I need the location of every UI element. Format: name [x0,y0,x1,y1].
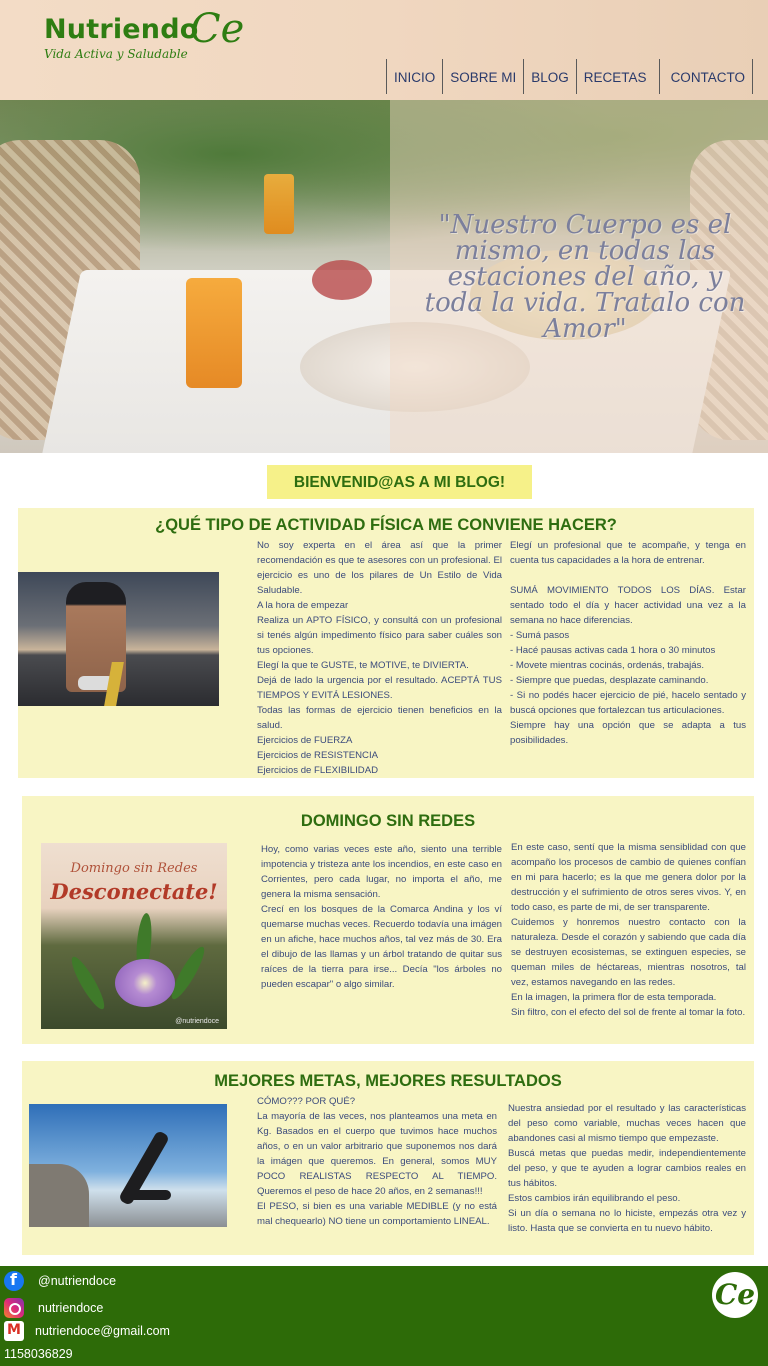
post-paragraph: Ejercicios de FUERZA [257,735,353,746]
post-title[interactable]: ¿QUÉ TIPO DE ACTIVIDAD FÍSICA ME CONVIEN… [18,516,754,535]
image-subtitle: Desconectate! [50,879,218,904]
nav-blog[interactable]: BLOG [523,59,576,94]
post-paragraph: CÓMO??? POR QUÉ? [257,1096,356,1107]
nav-contacto[interactable]: CONTACTO [658,59,754,94]
facebook-handle[interactable]: @nutriendoce [38,1274,116,1288]
post-paragraph: Estos cambios irán equilibrando el peso. [508,1193,681,1204]
post-paragraph: - Siempre que puedas, desplazate caminan… [510,675,709,686]
yoga-person [121,1190,171,1200]
post-paragraph: Ejercicios de RESISTENCIA [257,750,379,761]
footer-email[interactable]: nutriendoce@gmail.com [4,1321,170,1341]
hero-juice-glass [186,278,242,388]
post-paragraph: - Movete mientras cocinás, ordenás, trab… [510,660,705,671]
post-paragraph: Dejá de lado la urgencia por el resultad… [257,675,502,701]
gmail-icon[interactable] [4,1321,24,1341]
flower [115,959,175,1007]
post-paragraph: - Si no podés hacer ejercicio de pié, ha… [510,690,746,716]
post-paragraph: Buscá metas que puedas medir, independie… [508,1148,746,1189]
post-image-runner[interactable] [18,572,219,706]
site-footer: @nutriendoce nutriendoce nutriendoce@gma… [0,1266,768,1366]
welcome-banner: BIENVENID@AS A MI BLOG! [267,465,532,499]
main-nav: INICIO SOBRE MI BLOG RECETAS CONTACTO [386,59,754,94]
post-paragraph [510,568,746,583]
post-paragraph: - Hacé pausas activas cada 1 hora o 30 m… [510,645,716,656]
site-header: Nutriendo Ce Vida Activa y Saludable INI… [0,0,768,100]
phone-number: 1158036829 [4,1347,73,1361]
footer-facebook[interactable]: @nutriendoce [4,1270,116,1291]
post-column-right: Elegí un profesional que te acompañe, y … [510,538,746,748]
logo-ce: Ce [190,6,245,52]
post-column-left: CÓMO??? POR QUÉ? La mayoría de las veces… [257,1094,497,1229]
blog-post: MEJORES METAS, MEJORES RESULTADOS CÓMO??… [22,1061,754,1255]
post-column-right: Nuestra ansiedad por el resultado y las … [508,1101,746,1236]
post-image-yoga[interactable] [29,1104,227,1227]
post-paragraph: La mayoría de las veces, nos planteamos … [257,1111,497,1197]
email-address[interactable]: nutriendoce@gmail.com [35,1324,170,1338]
hero-quote: "Nuestro Cuerpo es el mismo, en todas la… [424,210,746,344]
leaf [66,953,110,1013]
post-paragraph: En este caso, sentí que la misma sensibl… [511,842,746,913]
post-paragraph: Todas las formas de ejercicio tienen ben… [257,705,502,731]
post-title[interactable]: DOMINGO SIN REDES [22,812,754,831]
blog-post: ¿QUÉ TIPO DE ACTIVIDAD FÍSICA ME CONVIEN… [18,508,754,778]
post-paragraph: Nuestra ansiedad por el resultado y las … [508,1103,746,1144]
logo-text: Nutriendo [44,14,199,45]
post-paragraph: Realiza un APTO FÍSICO, y consultá con u… [257,615,502,656]
post-title[interactable]: MEJORES METAS, MEJORES RESULTADOS [22,1072,754,1091]
post-paragraph: Hoy, como varias veces este año, siento … [261,844,502,900]
post-paragraph: Elegí un profesional que te acompañe, y … [510,540,746,566]
site-logo[interactable]: Nutriendo Ce Vida Activa y Saludable [44,6,244,61]
instagram-handle[interactable]: nutriendoce [38,1301,103,1315]
footer-phone: 1158036829 [4,1347,73,1361]
post-paragraph: Si un día o semana no lo hiciste, empezá… [508,1208,746,1234]
hero-food [312,260,372,300]
post-paragraph: El PESO, si bien es una variable MEDIBLE… [257,1201,497,1227]
image-title: Domingo sin Redes [70,861,198,876]
footer-logo-badge[interactable]: Ce [712,1272,758,1318]
post-paragraph: Elegí la que te GUSTE, te MOTIVE, te DIV… [257,660,469,671]
nav-sobre-mi[interactable]: SOBRE MI [442,59,523,94]
post-paragraph: Sin filtro, con el efecto del sol de fre… [511,1007,746,1018]
post-column-right: En este caso, sentí que la misma sensibl… [511,840,746,1020]
post-paragraph: - Sumá pasos [510,630,570,641]
hero-banner: "Nuestro Cuerpo es el mismo, en todas la… [0,100,768,453]
image-watermark: @nutriendoce [175,1018,219,1025]
post-column-left: No soy experta en el área así que la pri… [257,538,502,778]
post-paragraph: En la imagen, la primera flor de esta te… [511,992,717,1003]
post-paragraph: No soy experta en el área así que la pri… [257,540,502,596]
logo-tagline: Vida Activa y Saludable [44,47,188,61]
nav-inicio[interactable]: INICIO [386,59,442,94]
hero-juice-glass [264,174,294,234]
facebook-icon[interactable] [4,1270,24,1291]
leaf [166,943,210,1003]
nav-recetas[interactable]: RECETAS [575,59,659,94]
rock [29,1164,89,1227]
post-paragraph: Siempre hay una opción que se adapta a t… [510,720,746,746]
post-paragraph: Cuidemos y honremos nuestro contacto con… [511,917,746,988]
post-column-left: Hoy, como varias veces este año, siento … [261,842,502,992]
post-paragraph: Ejercicios de FLEXIBILIDAD [257,765,379,776]
footer-instagram[interactable]: nutriendoce [4,1298,103,1318]
post-paragraph: SUMÁ MOVIMIENTO TODOS LOS DÍAS. Estar se… [510,585,746,626]
post-paragraph: Crecí en los bosques de la Comarca Andin… [261,904,502,990]
post-paragraph: A la hora de empezar [257,600,349,611]
blog-post: DOMINGO SIN REDES Domingo sin Redes Desc… [22,796,754,1044]
post-image-domingo[interactable]: Domingo sin Redes Desconectate! @nutrien… [41,843,227,1029]
instagram-icon[interactable] [4,1298,24,1318]
